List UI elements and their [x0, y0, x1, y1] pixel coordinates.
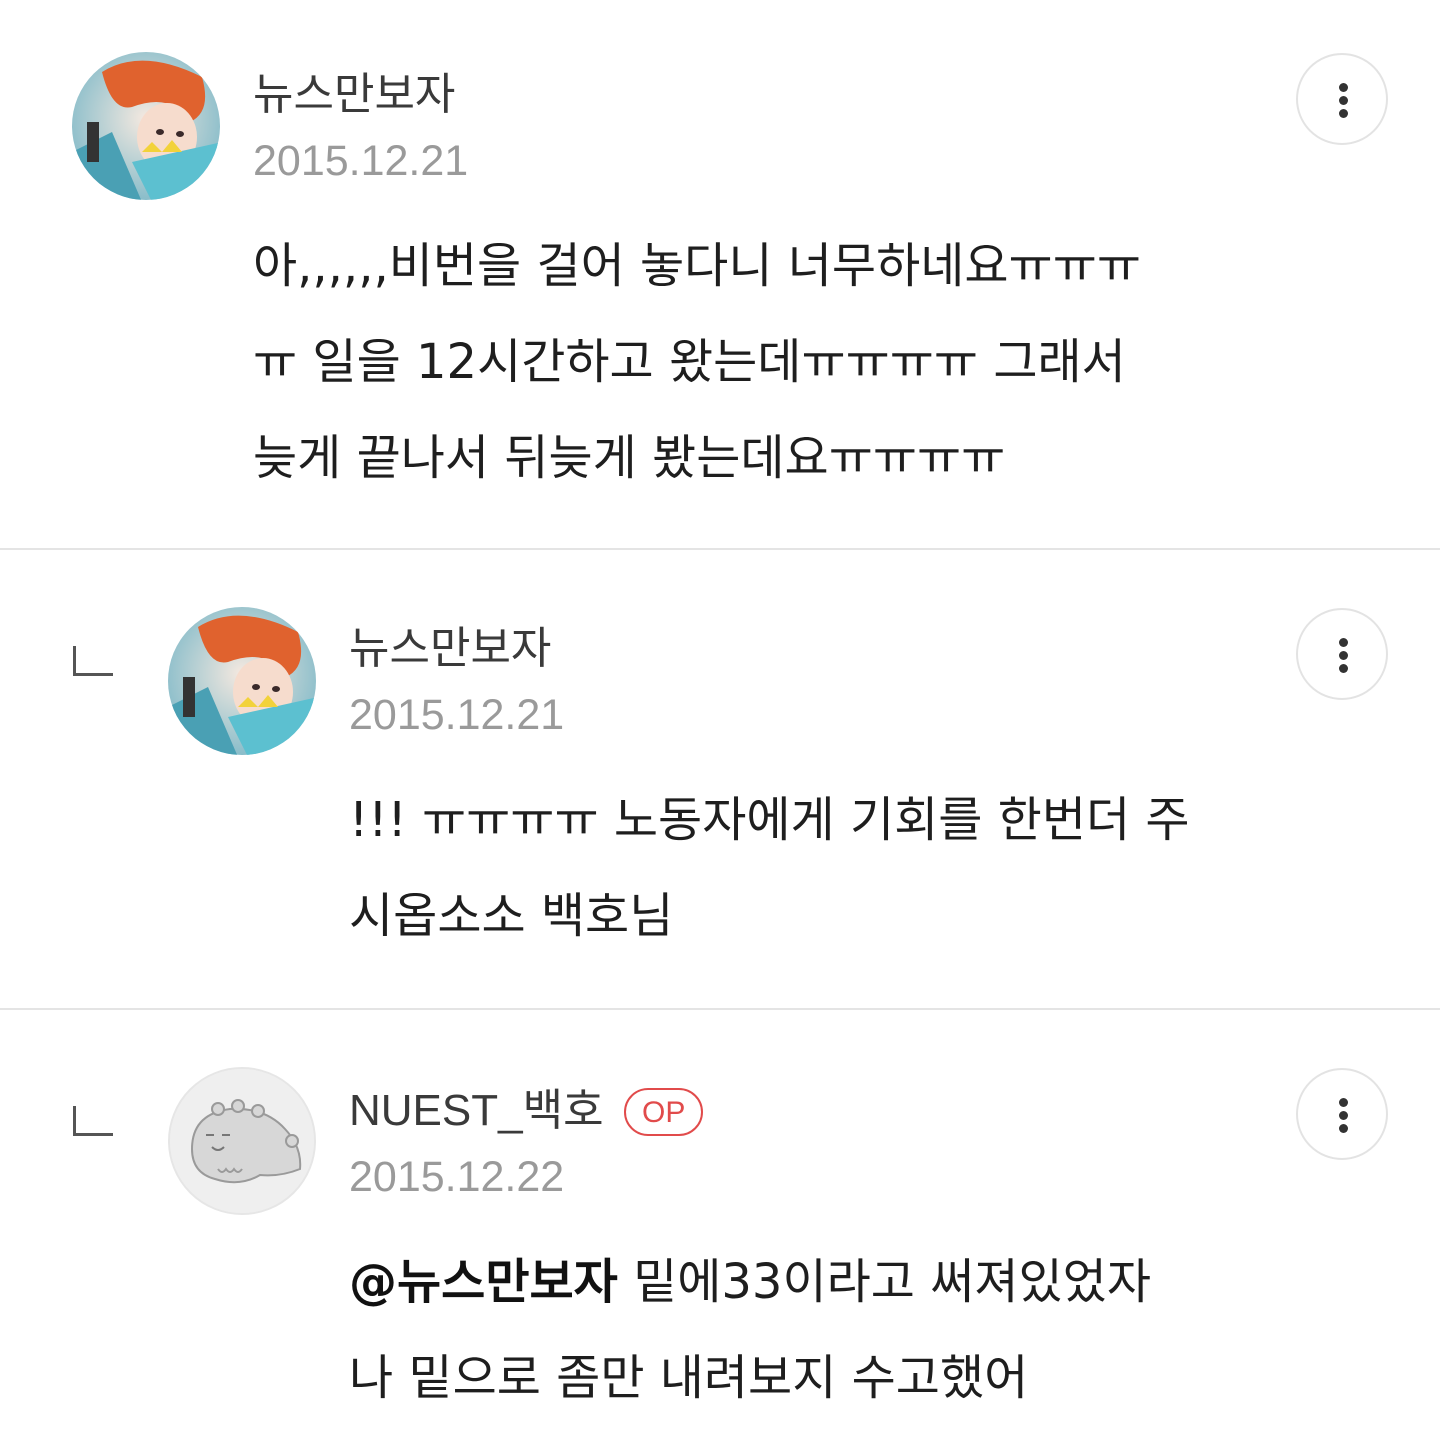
- comment-line: ㅠ 일을 12시간하고 왔는데ㅠㅠㅠㅠ 그래서: [253, 334, 1126, 390]
- reply-comment: NUEST_백호 OP 2015.12.22 @뉴스만보자 밑에33이라고 써져…: [0, 1010, 1440, 1456]
- more-vertical-icon-dot: [1339, 96, 1348, 105]
- more-vertical-icon: [1339, 1098, 1348, 1107]
- comment-date: 2015.12.21: [349, 691, 565, 739]
- comment-body: @뉴스만보자 밑에33이라고 써져있었자 나 밑으로 좀만 내려보지 수고했어: [349, 1234, 1151, 1426]
- more-options-button[interactable]: [1296, 53, 1388, 145]
- comment-body: !!! ㅠㅠㅠㅠ 노동자에게 기회를 한번더 주 시옵소소 백호님: [349, 772, 1190, 964]
- default-creature-avatar-icon: [170, 1069, 314, 1213]
- username[interactable]: 뉴스만보자: [349, 622, 551, 676]
- op-badge: OP: [624, 1088, 704, 1136]
- comment-body: 아,,,,,,비번을 걸어 놓다니 너무하네요ㅠㅠㅠ ㅠ 일을 12시간하고 왔…: [253, 218, 1141, 506]
- reply-comment: 뉴스만보자 2015.12.21 !!! ㅠㅠㅠㅠ 노동자에게 기회를 한번더 …: [0, 550, 1440, 1008]
- comment-line: 아,,,,,,비번을 걸어 놓다니 너무하네요ㅠㅠㅠ: [253, 238, 1142, 294]
- comment-date: 2015.12.21: [253, 137, 469, 185]
- reply-arrow-icon: [73, 646, 113, 676]
- more-vertical-icon-dot: [1339, 664, 1348, 673]
- avatar[interactable]: [168, 607, 316, 755]
- more-vertical-icon-dot: [1339, 651, 1348, 660]
- username[interactable]: 뉴스만보자: [253, 68, 455, 122]
- comment-line: 나 밑으로 좀만 내려보지 수고했어: [349, 1350, 1029, 1406]
- comment-text: 밑에33이라고 써져있었자: [617, 1254, 1152, 1310]
- comment: 뉴스만보자 2015.12.21 아,,,,,,비번을 걸어 놓다니 너무하네요…: [0, 0, 1440, 548]
- more-vertical-icon: [1339, 638, 1348, 647]
- comment-date: 2015.12.22: [349, 1153, 565, 1201]
- comment-line: 늦게 끝나서 뒤늦게 봤는데요ㅠㅠㅠㅠ: [253, 430, 1006, 486]
- more-vertical-icon-dot: [1339, 1124, 1348, 1133]
- comment-line: 시옵소소 백호님: [349, 888, 674, 944]
- comment-line: !!! ㅠㅠㅠㅠ 노동자에게 기회를 한번더 주: [349, 792, 1190, 848]
- user-mention-link[interactable]: @뉴스만보자: [349, 1254, 618, 1310]
- more-options-button[interactable]: [1296, 1068, 1388, 1160]
- avatar[interactable]: [72, 52, 220, 200]
- username[interactable]: NUEST_백호: [349, 1084, 604, 1138]
- more-vertical-icon: [1339, 83, 1348, 92]
- more-vertical-icon-dot: [1339, 1111, 1348, 1120]
- more-vertical-icon-dot: [1339, 109, 1348, 118]
- comment-line: @뉴스만보자 밑에33이라고 써져있었자: [349, 1234, 1151, 1330]
- more-options-button[interactable]: [1296, 608, 1388, 700]
- avatar[interactable]: [168, 1067, 316, 1215]
- reply-arrow-icon: [73, 1106, 113, 1136]
